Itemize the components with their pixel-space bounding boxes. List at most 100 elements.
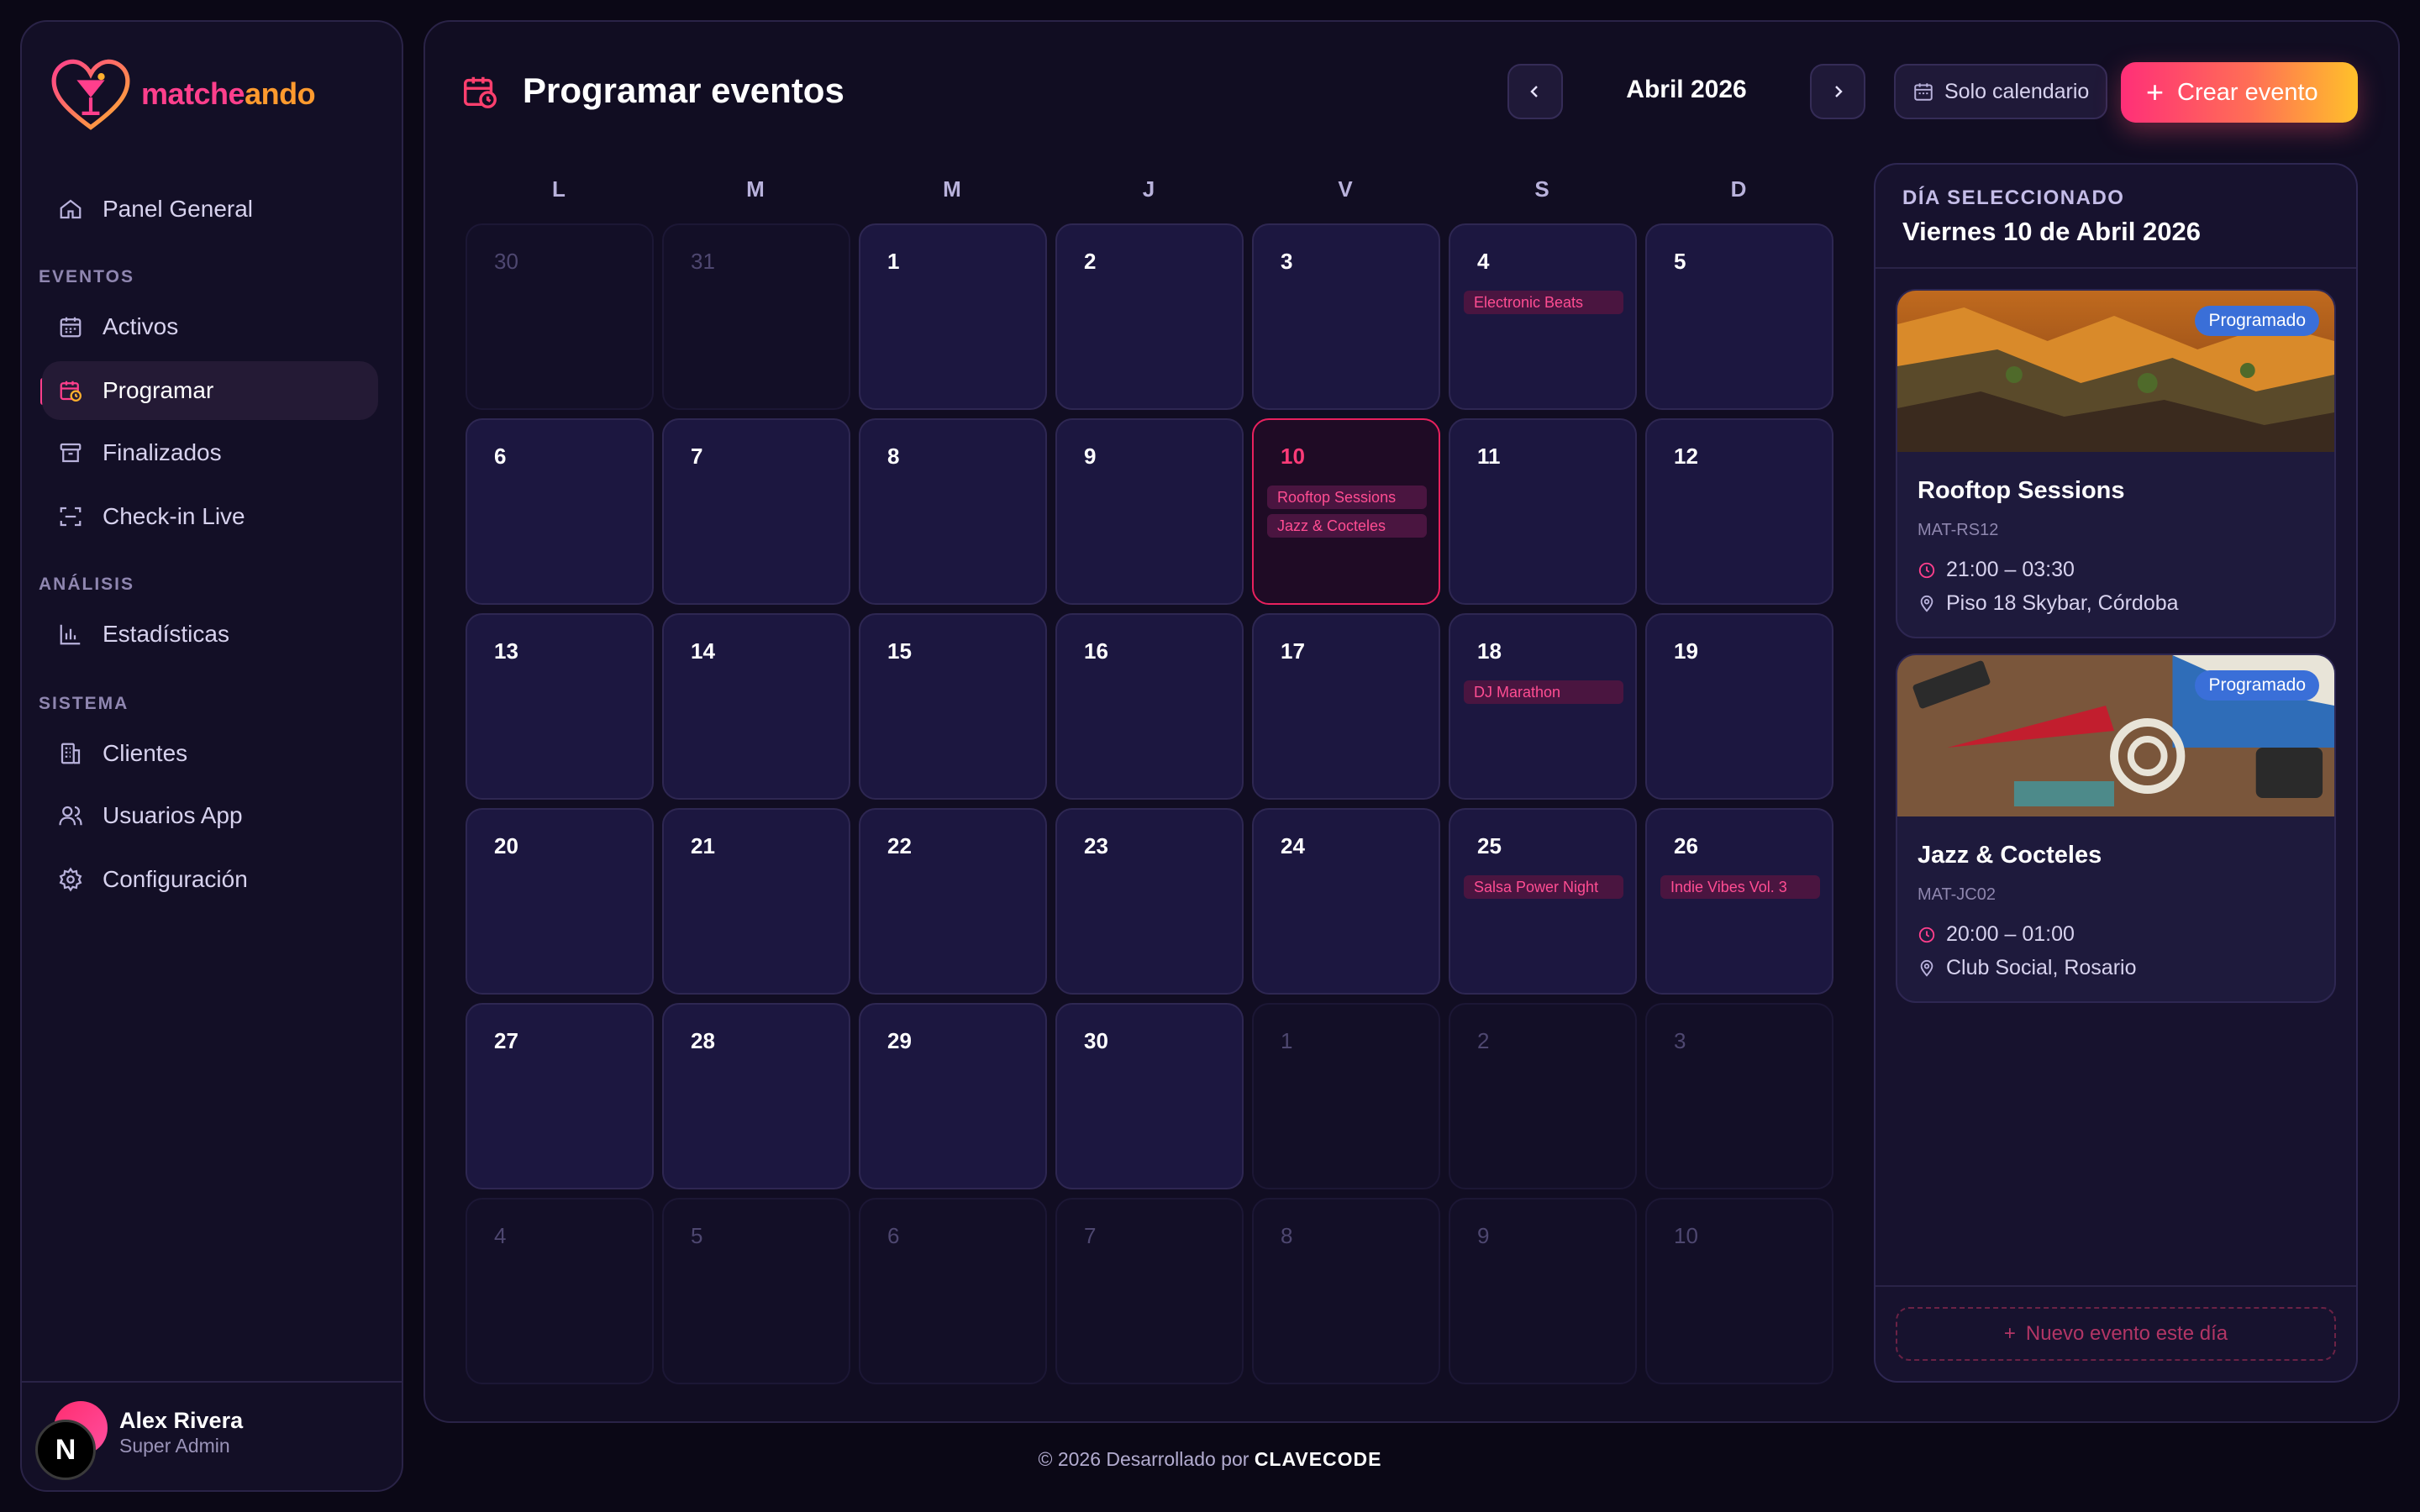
day-number: 22 xyxy=(887,833,912,858)
day-number: 11 xyxy=(1477,444,1501,469)
calendar-day[interactable]: 25 Salsa Power Night xyxy=(1449,808,1637,995)
calendar-day[interactable]: 29 xyxy=(859,1003,1047,1189)
calendar-day[interactable]: 3 xyxy=(1645,1003,1833,1189)
calendar-day[interactable]: 18 DJ Marathon xyxy=(1449,613,1637,800)
sidebar-item-usuarios-app[interactable]: Usuarios App xyxy=(42,786,378,845)
calendar-day[interactable]: 2 xyxy=(1449,1003,1637,1189)
calendar-day[interactable]: 19 xyxy=(1645,613,1833,800)
calendar-day[interactable]: 21 xyxy=(662,808,850,995)
calendar-day[interactable]: 16 xyxy=(1055,613,1244,800)
calendar-day[interactable]: 14 xyxy=(662,613,850,800)
calendar-day[interactable]: 17 xyxy=(1252,613,1440,800)
day-number: 31 xyxy=(691,249,715,274)
calendar-day[interactable]: 27 xyxy=(466,1003,654,1189)
brand-logo[interactable]: matcheando xyxy=(47,50,316,138)
calendar-day[interactable]: 9 xyxy=(1055,418,1244,605)
sidebar-item-label: Activos xyxy=(103,313,179,339)
calendar-day[interactable]: 8 xyxy=(1252,1198,1440,1384)
clock-icon xyxy=(1918,927,1935,942)
calendar-day[interactable]: 11 xyxy=(1449,418,1637,605)
calendar-day[interactable]: 12 xyxy=(1645,418,1833,605)
chevron-right-icon xyxy=(1835,86,1843,97)
event-chip[interactable]: Salsa Power Night xyxy=(1464,875,1623,899)
prev-month-button[interactable] xyxy=(1507,64,1563,119)
sidebar-item-label: Finalizados xyxy=(103,439,222,465)
day-number: 10 xyxy=(1674,1223,1698,1248)
day-number: 4 xyxy=(1477,249,1490,274)
sidebar-item-label: Check-in Live xyxy=(103,503,245,529)
event-place-row: Club Social, Rosario xyxy=(1918,956,2137,980)
sidebar-item-configuracion[interactable]: Configuración xyxy=(42,850,378,909)
calendar-day[interactable]: 8 xyxy=(859,418,1047,605)
calendar-day[interactable]: 31 xyxy=(662,223,850,410)
event-card[interactable]: Programado Jazz & Cocteles MAT-JC02 20:0… xyxy=(1896,654,2336,1003)
calendar-day[interactable]: 5 xyxy=(1645,223,1833,410)
event-chip[interactable]: Rooftop Sessions xyxy=(1267,486,1427,509)
calendar-day[interactable]: 24 xyxy=(1252,808,1440,995)
calendar-day[interactable]: 20 xyxy=(466,808,654,995)
calendar-day[interactable]: 13 xyxy=(466,613,654,800)
day-number: 14 xyxy=(691,638,715,664)
crear-evento-button[interactable]: + Crear evento xyxy=(2121,62,2358,123)
plus-icon: + xyxy=(2146,75,2165,109)
calendar-day[interactable]: 15 xyxy=(859,613,1047,800)
event-card[interactable]: Programado Rooftop Sessions MAT-RS12 21:… xyxy=(1896,289,2336,638)
calendar-day[interactable]: 3 xyxy=(1252,223,1440,410)
day-number: 7 xyxy=(691,444,703,469)
day-number: 5 xyxy=(1674,249,1686,274)
next-month-button[interactable] xyxy=(1810,64,1865,119)
new-event-day-button[interactable]: + Nuevo evento este día xyxy=(1896,1307,2336,1361)
day-number: 2 xyxy=(1084,249,1097,274)
calendar-day[interactable]: 30 xyxy=(466,223,654,410)
day-number: 1 xyxy=(887,249,900,274)
calendar-day[interactable]: 23 xyxy=(1055,808,1244,995)
calendar-day[interactable]: 7 xyxy=(662,418,850,605)
sidebar-item-label: Programar xyxy=(103,377,214,403)
crear-evento-label: Crear evento xyxy=(2177,78,2318,106)
day-number: 27 xyxy=(494,1028,518,1053)
calendar-day-selected[interactable]: 10 Rooftop Sessions Jazz & Cocteles xyxy=(1252,418,1440,605)
calendar-day[interactable]: 9 xyxy=(1449,1198,1637,1384)
current-month: Abril 2026 xyxy=(1626,76,1747,103)
day-number: 6 xyxy=(494,444,507,469)
calendar-day[interactable]: 26 Indie Vibes Vol. 3 xyxy=(1645,808,1833,995)
clock-icon xyxy=(1918,562,1935,578)
calendar-day[interactable]: 2 xyxy=(1055,223,1244,410)
calendar-day[interactable]: 4 Electronic Beats xyxy=(1449,223,1637,410)
event-chip[interactable]: Indie Vibes Vol. 3 xyxy=(1660,875,1820,899)
calendar-day[interactable]: 1 xyxy=(1252,1003,1440,1189)
calendar-day[interactable]: 7 xyxy=(1055,1198,1244,1384)
event-time-row: 20:00 – 01:00 xyxy=(1918,922,2075,947)
day-number: 20 xyxy=(494,833,518,858)
calendar-day[interactable]: 22 xyxy=(859,808,1047,995)
day-number: 5 xyxy=(691,1223,703,1248)
page-footer: © 2026 Desarrollado por CLAVECODE xyxy=(0,1448,2420,1471)
section-title-analisis: ANÁLISIS xyxy=(39,575,135,594)
calendar-day[interactable]: 5 xyxy=(662,1198,850,1384)
calendar-day[interactable]: 6 xyxy=(466,418,654,605)
sidebar-item-label: Configuración xyxy=(103,866,248,892)
event-chip[interactable]: Jazz & Cocteles xyxy=(1267,514,1427,538)
event-place: Piso 18 Skybar, Córdoba xyxy=(1946,591,2179,615)
divider xyxy=(1876,1285,2356,1287)
calendar-day[interactable]: 10 xyxy=(1645,1198,1833,1384)
sidebar-item-finalizados[interactable]: Finalizados xyxy=(42,423,378,482)
event-chip[interactable]: Electronic Beats xyxy=(1464,291,1623,314)
sidebar-item-panel-general[interactable]: Panel General xyxy=(42,180,378,239)
calendar-day[interactable]: 30 xyxy=(1055,1003,1244,1189)
event-chip[interactable]: DJ Marathon xyxy=(1464,680,1623,704)
weekday-header: L xyxy=(552,176,566,202)
status-badge: Programado xyxy=(2195,306,2319,336)
event-code: MAT-JC02 xyxy=(1918,885,1996,904)
calendar-day[interactable]: 6 xyxy=(859,1198,1047,1384)
calendar-day[interactable]: 1 xyxy=(859,223,1047,410)
new-event-day-label: Nuevo evento este día xyxy=(2025,1322,2228,1345)
sidebar-item-programar[interactable]: Programar xyxy=(42,361,378,420)
sidebar-item-activos[interactable]: Activos xyxy=(42,297,378,356)
calendar-day[interactable]: 28 xyxy=(662,1003,850,1189)
sidebar-item-clientes[interactable]: Clientes xyxy=(42,724,378,783)
sidebar-item-check-in-live[interactable]: Check-in Live xyxy=(42,487,378,546)
solo-calendario-button[interactable]: Solo calendario xyxy=(1894,64,2107,119)
calendar-day[interactable]: 4 xyxy=(466,1198,654,1384)
sidebar-item-estadisticas[interactable]: Estadísticas xyxy=(42,605,378,664)
